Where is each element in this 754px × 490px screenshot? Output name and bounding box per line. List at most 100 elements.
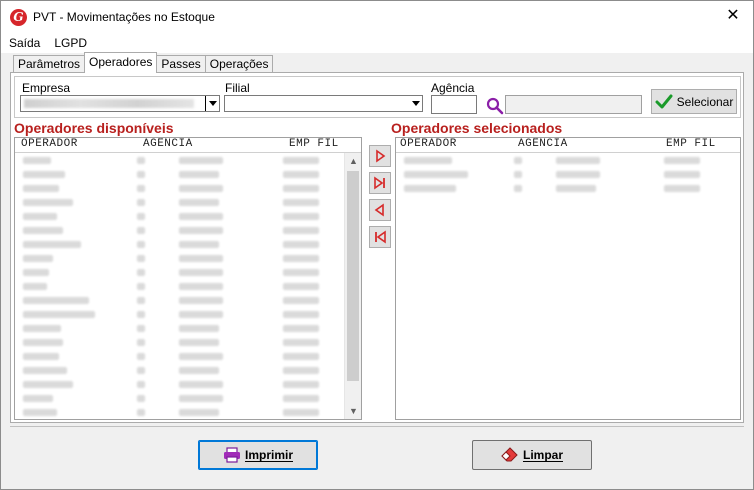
redacted-cell: [137, 324, 145, 332]
redacted-cell: [283, 212, 319, 220]
table-row[interactable]: [15, 321, 361, 335]
redacted-cell: [283, 282, 319, 290]
redacted-cell: [179, 338, 219, 346]
redacted-cell: [283, 268, 319, 276]
menu-lgpd[interactable]: LGPD: [47, 36, 94, 50]
col-emp-fil[interactable]: EMP FIL: [289, 138, 349, 152]
redacted-cell: [179, 408, 219, 416]
arrow-right-end-icon: [374, 176, 385, 190]
table-row[interactable]: [15, 209, 361, 223]
redacted-cell: [23, 240, 81, 248]
imprimir-button[interactable]: Imprimir: [198, 440, 318, 470]
selected-grid-header: OPERADOR AGÊNCIA EMP FIL: [396, 138, 740, 153]
redacted-cell: [23, 380, 73, 388]
redacted-cell: [23, 352, 59, 360]
redacted-cell: [137, 408, 145, 416]
scroll-down-icon[interactable]: ▼: [345, 403, 361, 419]
table-row[interactable]: [15, 223, 361, 237]
table-row[interactable]: [15, 265, 361, 279]
col-agencia[interactable]: AGÊNCIA: [143, 138, 289, 152]
redacted-cell: [179, 156, 223, 164]
scroll-thumb[interactable]: [347, 171, 359, 381]
table-row[interactable]: [15, 279, 361, 293]
tab-strip: Parâmetros Operadores Passes Operações: [13, 52, 274, 73]
table-row[interactable]: [15, 195, 361, 209]
chevron-down-icon: [209, 101, 217, 106]
redacted-cell: [137, 268, 145, 276]
table-row[interactable]: [396, 153, 740, 167]
selecionar-button[interactable]: Selecionar: [651, 89, 737, 114]
table-row[interactable]: [15, 181, 361, 195]
redacted-cell: [23, 198, 73, 206]
redacted-cell: [179, 254, 223, 262]
col-operador[interactable]: OPERADOR: [15, 138, 143, 152]
add-all-button[interactable]: [369, 172, 391, 194]
table-row[interactable]: [15, 349, 361, 363]
redacted-cell: [283, 366, 319, 374]
tab-passes[interactable]: Passes: [156, 55, 206, 73]
redacted-cell: [23, 310, 95, 318]
table-row[interactable]: [15, 307, 361, 321]
redacted-cell: [23, 226, 63, 234]
col-operador[interactable]: OPERADOR: [396, 138, 518, 152]
redacted-cell: [23, 366, 67, 374]
table-row[interactable]: [15, 363, 361, 377]
arrow-left-end-icon: [375, 230, 386, 244]
agencia-input[interactable]: [431, 95, 477, 114]
agencia-name-display: [505, 95, 642, 114]
filial-select[interactable]: [224, 95, 423, 112]
search-icon[interactable]: [486, 97, 504, 115]
table-row[interactable]: [15, 153, 361, 167]
table-row[interactable]: [15, 405, 361, 419]
table-row[interactable]: [15, 293, 361, 307]
redacted-cell: [179, 226, 223, 234]
redacted-cell: [23, 170, 65, 178]
redacted-cell: [283, 184, 319, 192]
table-row[interactable]: [396, 181, 740, 195]
table-row[interactable]: [15, 391, 361, 405]
redacted-cell: [23, 184, 59, 192]
tab-operadores[interactable]: Operadores: [84, 52, 158, 73]
redacted-cell: [137, 198, 145, 206]
redacted-cell: [283, 380, 319, 388]
remove-one-button[interactable]: [369, 199, 391, 221]
title-bar: G PVT - Movimentações no Estoque ✕: [1, 1, 753, 33]
table-row[interactable]: [15, 167, 361, 181]
available-scrollbar[interactable]: ▲ ▼: [344, 153, 361, 419]
table-row[interactable]: [15, 251, 361, 265]
scroll-up-icon[interactable]: ▲: [345, 153, 361, 170]
selected-operators-grid[interactable]: OPERADOR AGÊNCIA EMP FIL: [395, 137, 741, 420]
tab-parametros[interactable]: Parâmetros: [13, 55, 86, 73]
col-agencia[interactable]: AGÊNCIA: [518, 138, 666, 152]
redacted-cell: [23, 324, 61, 332]
menu-saida[interactable]: Saída: [1, 36, 47, 50]
add-one-button[interactable]: [369, 145, 391, 167]
redacted-cell: [23, 156, 51, 164]
redacted-cell: [23, 254, 53, 262]
redacted-cell: [283, 296, 319, 304]
redacted-cell: [23, 338, 63, 346]
redacted-cell: [137, 394, 145, 402]
remove-all-button[interactable]: [369, 226, 391, 248]
empresa-select[interactable]: [20, 95, 220, 112]
table-row[interactable]: [15, 377, 361, 391]
redacted-cell: [137, 380, 145, 388]
close-icon[interactable]: ✕: [725, 8, 741, 24]
limpar-button[interactable]: Limpar: [472, 440, 592, 470]
redacted-cell: [664, 156, 700, 164]
redacted-cell: [23, 282, 47, 290]
arrow-right-icon: [376, 149, 386, 163]
selected-rows: [396, 153, 740, 195]
col-emp-fil[interactable]: EMP FIL: [666, 138, 726, 152]
redacted-cell: [283, 408, 319, 416]
tab-operacoes[interactable]: Operações: [204, 55, 274, 73]
checkmark-icon: [655, 94, 673, 108]
redacted-cell: [283, 254, 319, 262]
table-row[interactable]: [396, 167, 740, 181]
table-row[interactable]: [15, 335, 361, 349]
redacted-cell: [137, 156, 145, 164]
available-operators-grid[interactable]: OPERADOR AGÊNCIA EMP FIL ▲ ▼: [14, 137, 362, 420]
redacted-cell: [179, 198, 219, 206]
table-row[interactable]: [15, 237, 361, 251]
redacted-cell: [179, 170, 219, 178]
